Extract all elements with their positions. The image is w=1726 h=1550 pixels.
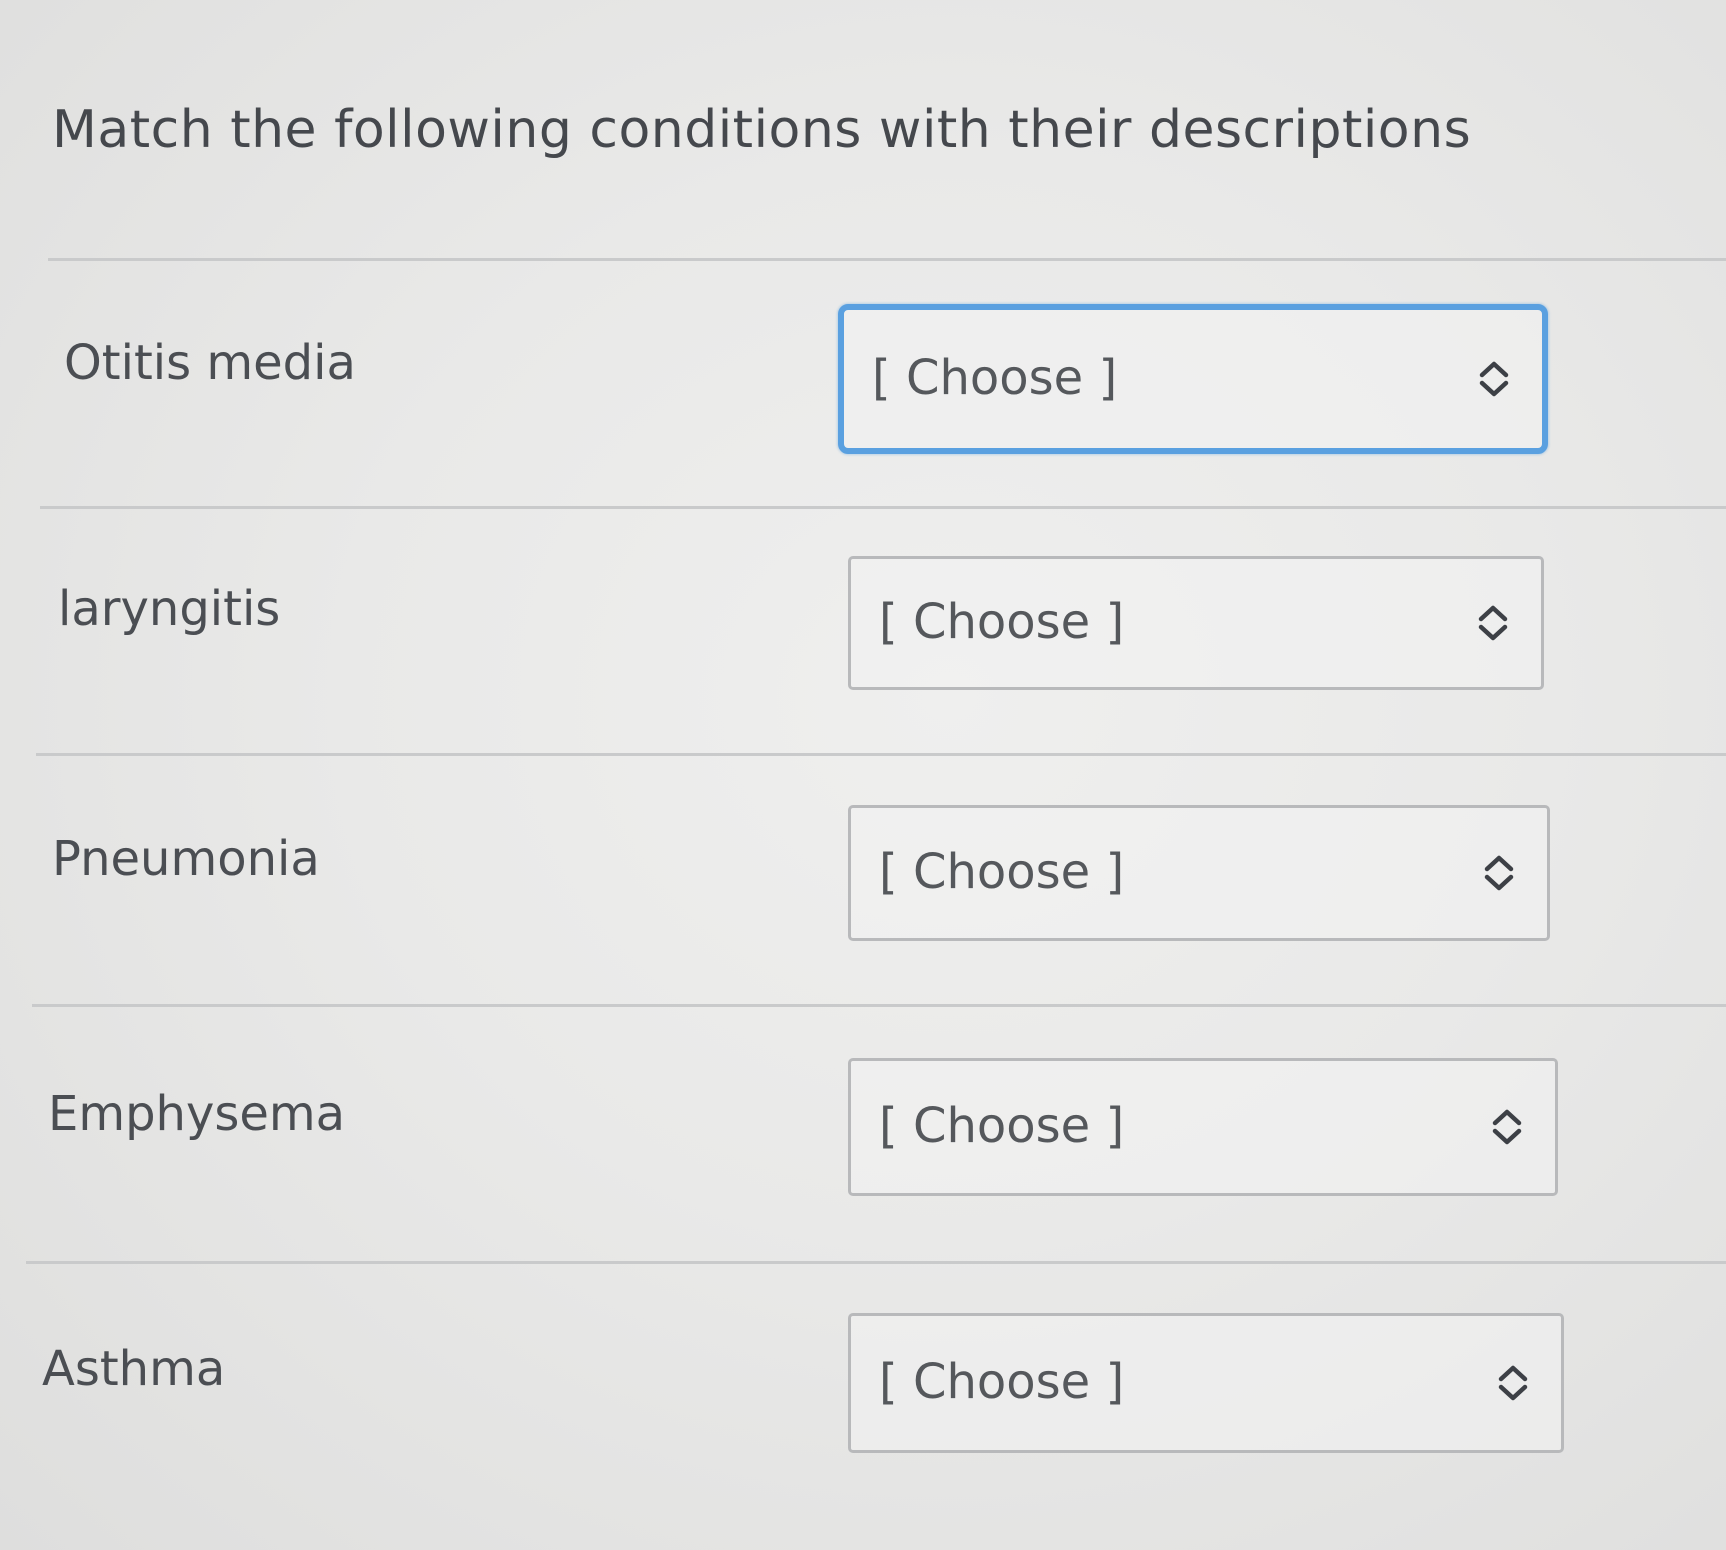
chevron-up-down-icon: [1498, 1365, 1528, 1401]
match-row-asthma: Asthma [ Choose ]: [0, 1263, 1726, 1523]
select-value: [ Choose ]: [872, 349, 1118, 406]
answer-select[interactable]: [ Choose ]: [848, 1313, 1564, 1453]
answer-select[interactable]: [ Choose ]: [838, 304, 1548, 454]
condition-label: laryngitis: [58, 581, 281, 637]
answer-select[interactable]: [ Choose ]: [848, 805, 1550, 941]
match-row-laryngitis: laryngitis [ Choose ]: [0, 508, 1726, 753]
chevron-up-down-icon: [1492, 1109, 1522, 1145]
select-value: [ Choose ]: [879, 1097, 1125, 1154]
match-row-otitis-media: Otitis media [ Choose ]: [0, 260, 1726, 505]
chevron-up-down-icon: [1478, 605, 1508, 641]
condition-label: Asthma: [42, 1341, 226, 1397]
match-row-pneumonia: Pneumonia [ Choose ]: [0, 755, 1726, 1005]
condition-label: Emphysema: [48, 1086, 346, 1142]
condition-label: Otitis media: [64, 335, 356, 391]
chevron-up-down-icon: [1484, 855, 1514, 891]
question-prompt: Match the following conditions with thei…: [52, 100, 1472, 160]
match-row-emphysema: Emphysema [ Choose ]: [0, 1006, 1726, 1261]
select-value: [ Choose ]: [879, 1353, 1125, 1410]
answer-select[interactable]: [ Choose ]: [848, 1058, 1558, 1196]
condition-label: Pneumonia: [52, 831, 320, 887]
chevron-up-down-icon: [1479, 361, 1509, 397]
select-value: [ Choose ]: [879, 843, 1125, 900]
select-value: [ Choose ]: [879, 593, 1125, 650]
answer-select[interactable]: [ Choose ]: [848, 556, 1544, 690]
